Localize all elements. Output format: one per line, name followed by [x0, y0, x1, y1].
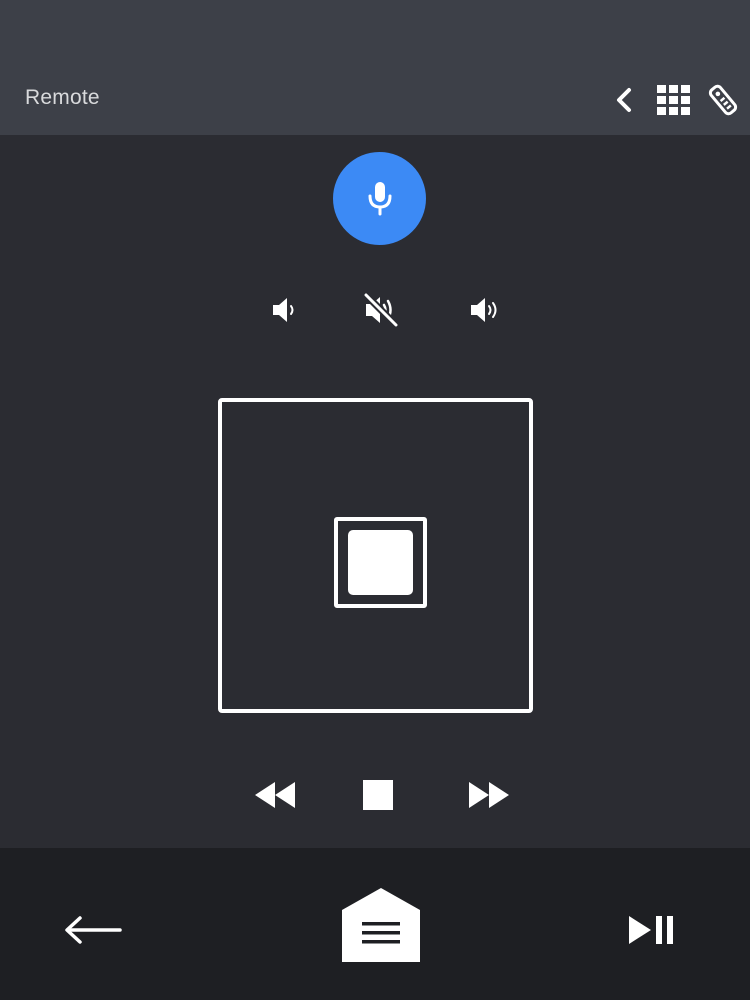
rewind-icon: [255, 782, 295, 808]
stop-button[interactable]: [353, 770, 403, 820]
rewind-button[interactable]: [250, 770, 300, 820]
back-button[interactable]: [604, 80, 644, 120]
arrow-left-icon: [64, 916, 122, 944]
fast-forward-icon: [469, 782, 509, 808]
home-icon: [342, 888, 420, 962]
select-button-inner: [348, 530, 413, 595]
volume-down-button[interactable]: [261, 288, 309, 332]
page-title: Remote: [25, 86, 100, 109]
fast-forward-button[interactable]: [464, 770, 514, 820]
volume-up-button[interactable]: [462, 288, 510, 332]
select-button[interactable]: [334, 517, 427, 608]
play-pause-icon: [629, 916, 673, 944]
remote-select-button[interactable]: [703, 80, 743, 120]
nav-back-button[interactable]: [55, 895, 130, 965]
play-pause-button[interactable]: [620, 900, 684, 960]
header-bar: Remote: [0, 0, 750, 135]
grid-icon: [657, 85, 690, 115]
microphone-icon: [368, 181, 391, 215]
mute-button[interactable]: [357, 288, 405, 332]
volume-up-icon: [471, 298, 497, 322]
remote-app: Remote: [0, 0, 750, 1000]
stop-icon: [363, 780, 393, 810]
grid-button[interactable]: [654, 80, 694, 120]
chevron-left-icon: [617, 88, 631, 112]
remote-control-icon: [708, 84, 738, 116]
volume-mute-icon: [362, 291, 400, 329]
volume-down-icon: [273, 298, 294, 322]
home-button[interactable]: [336, 882, 426, 968]
voice-search-button[interactable]: [333, 152, 426, 245]
